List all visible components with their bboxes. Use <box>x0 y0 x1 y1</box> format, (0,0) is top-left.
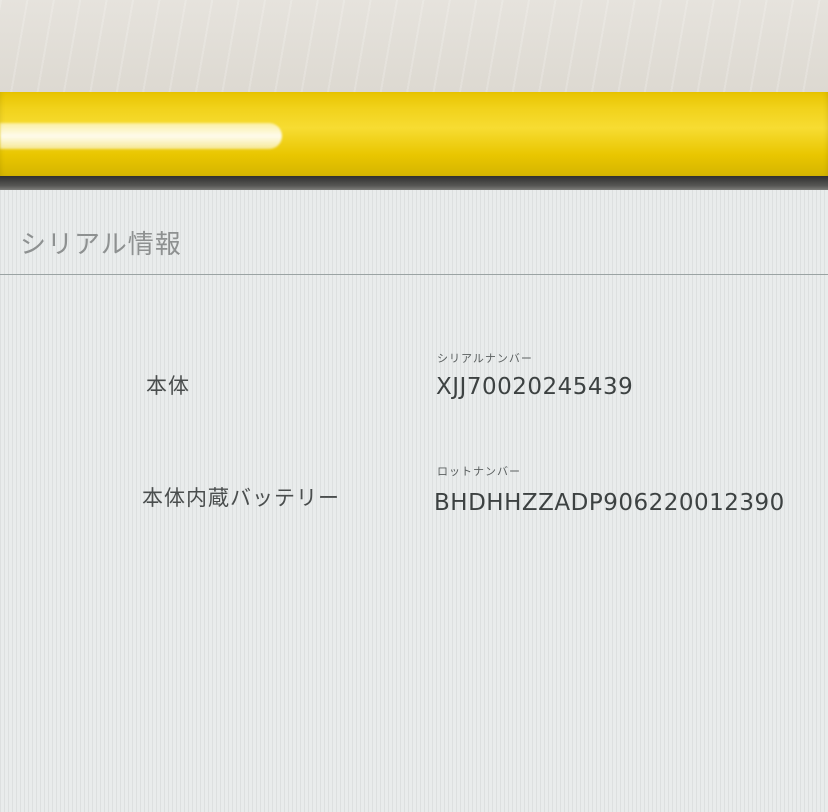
table-surface <box>0 0 828 100</box>
lot-number-value: BHDHHZZADP906220012390 <box>434 490 785 516</box>
battery-label: 本体内蔵バッテリー <box>142 486 340 510</box>
console-label: 本体 <box>146 374 190 398</box>
frame-glare <box>0 123 282 149</box>
serial-number-caption: シリアルナンバー <box>437 352 533 365</box>
lot-number-caption: ロットナンバー <box>437 465 521 478</box>
page-title: シリアル情報 <box>20 230 182 260</box>
settings-screen: シリアル情報 本体 シリアルナンバー XJJ70020245439 本体内蔵バッ… <box>0 190 828 812</box>
serial-number-value: XJJ70020245439 <box>436 374 634 400</box>
page-header: シリアル情報 <box>0 190 828 275</box>
